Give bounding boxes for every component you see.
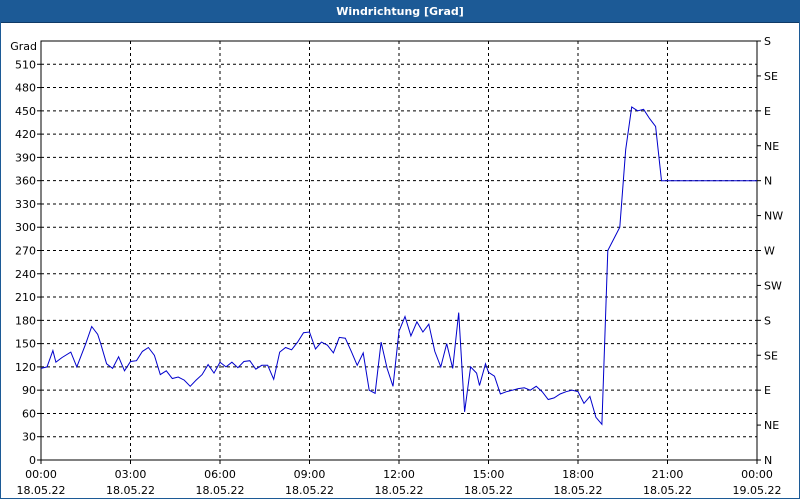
y-tick-label: 240 <box>15 268 36 281</box>
x-tick-date: 19.05.22 <box>733 484 782 497</box>
y-tick-label: 330 <box>15 198 36 211</box>
y-tick-label: 90 <box>22 384 36 397</box>
right-axis-label: SE <box>764 349 778 362</box>
x-tick-date: 18.05.22 <box>17 484 66 497</box>
right-axis-label: NW <box>764 210 783 223</box>
x-tick-date: 18.05.22 <box>285 484 334 497</box>
y-tick-label: 390 <box>15 151 36 164</box>
x-tick-time: 18:00 <box>562 468 594 481</box>
y-tick-label: 210 <box>15 291 36 304</box>
y-axis-label: Grad <box>10 40 37 53</box>
x-tick-time: 03:00 <box>115 468 147 481</box>
x-tick-date: 18.05.22 <box>375 484 424 497</box>
y-tick-label: 60 <box>22 407 36 420</box>
y-tick-label: 150 <box>15 338 36 351</box>
y-tick-label: 180 <box>15 314 36 327</box>
right-axis-label: SE <box>764 70 778 83</box>
x-tick-time: 06:00 <box>204 468 236 481</box>
x-tick-time: 00:00 <box>25 468 57 481</box>
right-axis-label: E <box>764 105 771 118</box>
y-tick-label: 510 <box>15 58 36 71</box>
right-axis-label: E <box>764 384 771 397</box>
right-axis-label: NE <box>764 140 779 153</box>
right-axis-label: SW <box>764 279 782 292</box>
y-tick-label: 300 <box>15 221 36 234</box>
y-tick-label: 270 <box>15 245 36 258</box>
y-tick-label: 120 <box>15 361 36 374</box>
right-axis-label: W <box>764 245 775 258</box>
x-tick-date: 18.05.22 <box>554 484 603 497</box>
x-tick-date: 18.05.22 <box>464 484 513 497</box>
x-tick-time: 00:00 <box>741 468 773 481</box>
right-axis-label: S <box>764 314 771 327</box>
y-tick-label: 360 <box>15 175 36 188</box>
x-tick-time: 12:00 <box>383 468 415 481</box>
right-axis-label: NE <box>764 419 779 432</box>
right-axis-label: S <box>764 35 771 48</box>
x-tick-date: 18.05.22 <box>106 484 155 497</box>
y-tick-label: 450 <box>15 105 36 118</box>
x-tick-time: 21:00 <box>652 468 684 481</box>
y-tick-label: 480 <box>15 82 36 95</box>
y-tick-label: 30 <box>22 431 36 444</box>
chart-area: 0 30 60 90 120 150 180 210 240 270 300 330 360 390 420… <box>10 35 783 497</box>
right-axis-label: N <box>764 175 772 188</box>
x-tick-time: 15:00 <box>473 468 505 481</box>
x-tick-date: 18.05.22 <box>196 484 245 497</box>
y-tick-label: 420 <box>15 128 36 141</box>
x-tick-date: 18.05.22 <box>643 484 692 497</box>
x-tick-time: 09:00 <box>294 468 326 481</box>
y-tick-label: 0 <box>29 454 36 467</box>
right-axis-label: N <box>764 454 772 467</box>
